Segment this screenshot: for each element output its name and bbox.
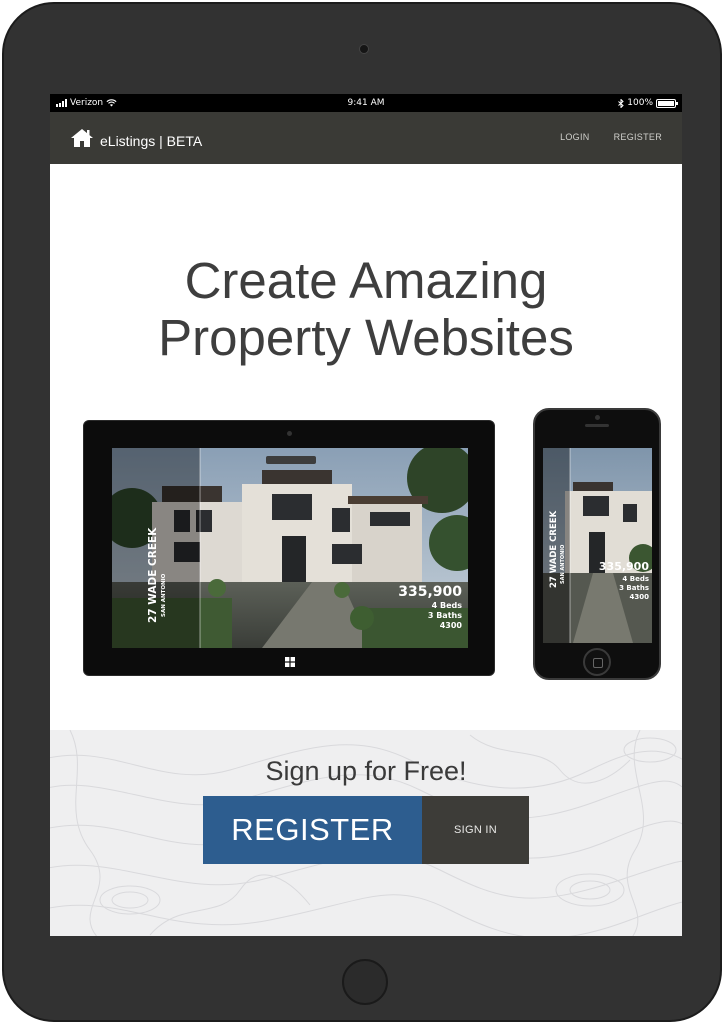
preview-mobile-sqft: 4300	[630, 593, 650, 601]
preview-price: 335,900	[398, 584, 462, 600]
phone-home-button	[583, 648, 611, 676]
battery-icon	[656, 98, 678, 108]
phone-mockup: 27 WADE CREEK SAN ANTONIO 335,900 4 Beds…	[533, 408, 661, 680]
phone-camera	[595, 415, 600, 420]
tablet-mockup: 27 WADE CREEK SAN ANTONIO 335,900 4 Beds…	[83, 420, 495, 676]
nav-register-link[interactable]: REGISTER	[614, 132, 662, 142]
preview-beds: 4 Beds	[432, 601, 463, 610]
home-icon	[71, 129, 93, 147]
preview-address: 27 WADE CREEK	[147, 527, 159, 623]
register-button[interactable]: REGISTER	[203, 796, 422, 864]
preview-mobile-city: SAN ANTONIO	[560, 545, 566, 584]
bluetooth-icon	[618, 98, 624, 108]
hero-title: Create Amazing Property Websites	[50, 252, 682, 366]
status-time: 9:41 AM	[347, 98, 385, 108]
battery-fill	[658, 100, 674, 106]
tablet-screen: Verizon 9:41 AM 100% eListings | BETA LO…	[50, 94, 682, 936]
brand-name: eListings | BETA	[100, 133, 203, 149]
battery-percent: 100%	[627, 98, 653, 108]
hero-title-line-2: Property Websites	[158, 309, 574, 366]
nav-login-link[interactable]: LOGIN	[560, 132, 590, 142]
tablet-home-button[interactable]	[342, 959, 388, 1005]
listing-preview-desktop: 27 WADE CREEK SAN ANTONIO 335,900 4 Beds…	[112, 448, 468, 648]
preview-baths: 3 Baths	[428, 611, 462, 620]
listing-preview-mobile: 27 WADE CREEK SAN ANTONIO 335,900 4 Beds…	[543, 448, 652, 643]
nav-links: LOGIN REGISTER	[560, 132, 662, 142]
preview-city: SAN ANTONIO	[161, 573, 167, 617]
hero-title-line-1: Create Amazing	[184, 252, 548, 309]
tablet-camera	[359, 44, 369, 54]
preview-mobile-baths: 3 Baths	[619, 584, 649, 592]
preview-sqft: 4300	[440, 621, 463, 630]
sign-in-button[interactable]: SIGN IN	[422, 796, 529, 864]
brand-link[interactable]: eListings | BETA	[70, 127, 202, 149]
app-navbar: eListings | BETA LOGIN REGISTER	[50, 112, 682, 164]
phone-speaker	[585, 424, 609, 427]
preview-mobile-address: 27 WADE CREEK	[549, 510, 559, 588]
tablet-mockup-camera	[287, 431, 292, 436]
status-bar-right: 100%	[618, 98, 678, 108]
tablet-frame: Verizon 9:41 AM 100% eListings | BETA LO…	[2, 2, 722, 1022]
preview-mobile-price: 335,900	[599, 560, 649, 573]
signup-title: Sign up for Free!	[265, 756, 467, 786]
preview-mobile-beds: 4 Beds	[622, 575, 649, 583]
windows-logo-icon	[285, 657, 295, 667]
status-bar: Verizon 9:41 AM 100%	[50, 94, 682, 112]
signup-section: Sign up for Free! REGISTER SIGN IN	[50, 730, 682, 936]
